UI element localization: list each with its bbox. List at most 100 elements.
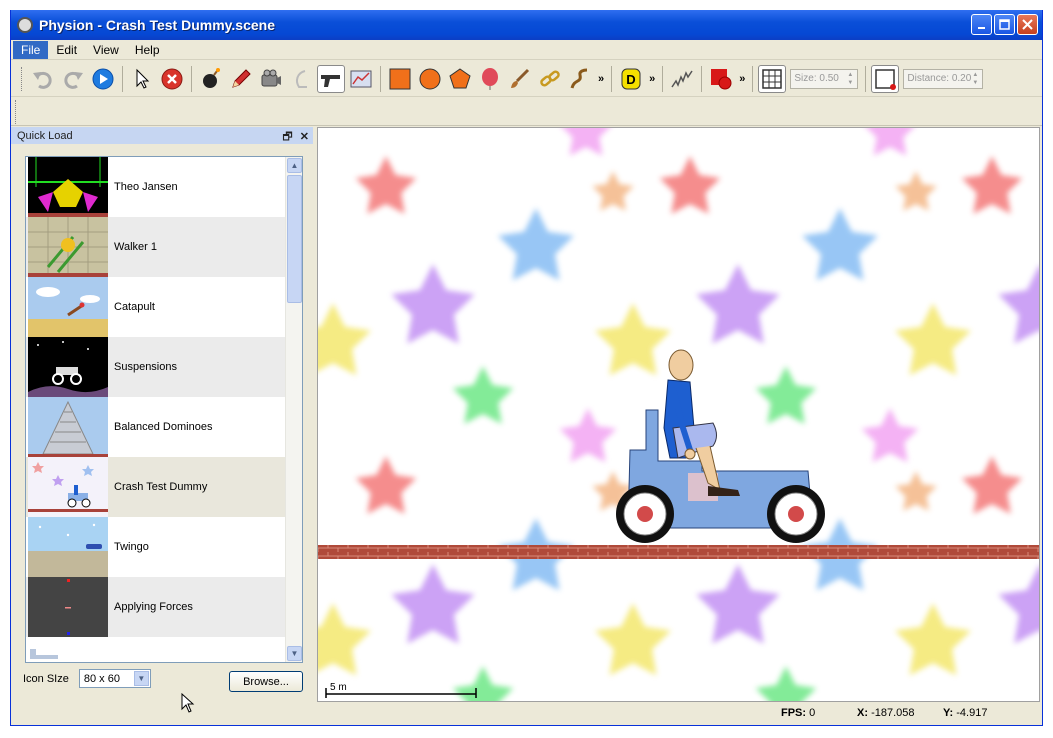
menu-edit[interactable]: Edit — [48, 41, 85, 59]
list-item[interactable]: Walker 1 — [26, 217, 302, 277]
list-item[interactable]: Theo Jansen — [26, 157, 302, 217]
undo-button[interactable] — [29, 65, 57, 93]
simulation-canvas[interactable]: 5 m — [317, 127, 1040, 702]
list-item[interactable]: Twingo — [26, 517, 302, 577]
redo-button[interactable] — [59, 65, 87, 93]
spinner-arrows[interactable]: ▲ ▼ — [970, 71, 980, 87]
toolbar-separator — [865, 65, 867, 92]
quick-load-panel: Quick Load 🗗 ✕ Theo Jansen Walker 1 Cata… — [11, 127, 313, 726]
scene-list[interactable]: Theo Jansen Walker 1 Catapult Suspension… — [25, 156, 303, 663]
graph-tool-button[interactable] — [347, 65, 375, 93]
snap-distance-spinner[interactable]: Distance: 0.20 ▲ ▼ — [903, 68, 984, 89]
window-controls — [971, 14, 1038, 35]
scene-thumbnail — [28, 397, 108, 457]
menu-view[interactable]: View — [85, 41, 127, 59]
scroll-down-arrow[interactable]: ▼ — [287, 646, 302, 661]
list-item-label: Applying Forces — [114, 601, 193, 613]
secondary-toolbar — [11, 98, 1042, 126]
scroll-thumb[interactable] — [287, 175, 302, 303]
scene-list-scrollbar[interactable]: ▲ ▼ — [285, 157, 302, 662]
close-button[interactable] — [1017, 14, 1038, 35]
grid-toggle-button[interactable] — [758, 64, 787, 93]
undo-icon — [33, 71, 52, 89]
play-button[interactable] — [89, 65, 117, 93]
scene-thumbnail — [28, 457, 108, 517]
list-item[interactable]: Balanced Dominoes — [26, 397, 302, 457]
title-bar[interactable]: Physion - Crash Test Dummy.scene — [11, 10, 1042, 40]
chain-icon — [540, 69, 560, 87]
list-item-selected[interactable]: Crash Test Dummy — [26, 457, 302, 517]
status-bar: FPS: 0 X: -187.058 Y: -4.917 — [11, 703, 1042, 725]
y-value: -4.917 — [956, 707, 988, 719]
list-item-label: Suspensions — [114, 361, 177, 373]
scroll-up-arrow[interactable]: ▲ — [287, 158, 302, 173]
list-item-label: Walker 1 — [114, 241, 157, 253]
list-item-label: Crash Test Dummy — [114, 481, 208, 493]
minimize-button[interactable] — [971, 14, 992, 35]
toolbar-overflow[interactable]: » — [739, 73, 745, 85]
icon-size-control: Icon SIze 80 x 60 ▼ — [23, 669, 151, 688]
scene-thumbnail — [28, 217, 108, 277]
toolbar-grip[interactable] — [15, 100, 18, 124]
scene-view: 5 m — [318, 128, 1039, 701]
redo-icon — [64, 71, 83, 89]
polygon-tool-button[interactable] — [446, 65, 474, 93]
d-tool-button[interactable]: D — [617, 65, 645, 93]
icon-size-select[interactable]: 80 x 60 ▼ — [78, 669, 151, 688]
toolbar-separator — [701, 65, 703, 92]
polygon-icon — [449, 67, 471, 88]
gun-tool-button[interactable] — [317, 64, 345, 93]
menu-file[interactable]: File — [13, 40, 49, 59]
toolbar-separator — [122, 65, 123, 92]
list-item-label: Twingo — [114, 541, 149, 553]
float-panel-icon[interactable]: 🗗 — [282, 131, 292, 143]
color-tool-button[interactable] — [707, 65, 735, 93]
camera-tool-button[interactable] — [257, 65, 285, 93]
list-item-partial[interactable] — [26, 637, 302, 662]
scene-thumbnail — [28, 337, 108, 397]
toolbar-grip[interactable] — [21, 66, 24, 91]
color-fill-icon — [711, 68, 732, 89]
list-item-label: Balanced Dominoes — [114, 421, 213, 433]
balloon-tool-button[interactable] — [476, 65, 504, 93]
select-tool-button[interactable] — [128, 65, 156, 93]
d-badge-icon: D — [621, 68, 641, 89]
window-title: Physion - Crash Test Dummy.scene — [39, 17, 275, 33]
grid-icon — [762, 68, 783, 89]
pencil-tool-button[interactable] — [227, 65, 255, 93]
close-panel-icon[interactable]: ✕ — [300, 131, 309, 143]
play-icon — [92, 68, 114, 89]
grid-size-spinner[interactable]: Size: 0.50 ▲ ▼ — [790, 68, 859, 89]
maximize-button[interactable] — [994, 14, 1015, 35]
list-item[interactable]: Catapult — [26, 277, 302, 337]
spinner-arrows[interactable]: ▲ ▼ — [845, 71, 855, 87]
app-window: Physion - Crash Test Dummy.scene File Ed… — [10, 10, 1043, 726]
chevron-down-icon[interactable]: ▼ — [133, 671, 149, 686]
snap-toggle-button[interactable] — [871, 64, 900, 93]
toolbar-overflow[interactable]: » — [649, 73, 655, 85]
hook-tool-button[interactable] — [287, 65, 315, 93]
menu-help[interactable]: Help — [127, 41, 168, 59]
grid-size-label: Size: 0.50 — [794, 73, 839, 84]
menu-bar: File Edit View Help — [11, 40, 1042, 60]
toolbar-overflow[interactable]: » — [598, 73, 604, 85]
chain-tool-button[interactable] — [536, 65, 564, 93]
delete-tool-button[interactable] — [158, 65, 186, 93]
brush-tool-button[interactable] — [506, 65, 534, 93]
list-item[interactable]: Applying Forces — [26, 577, 302, 637]
brush-icon — [511, 68, 530, 88]
rope-tool-button[interactable] — [566, 65, 594, 93]
fps-label: FPS: — [781, 707, 807, 719]
rectangle-tool-button[interactable] — [386, 65, 414, 93]
close-icon — [1022, 19, 1033, 30]
snap-distance-label: Distance: 0.20 — [907, 73, 972, 84]
circle-tool-button[interactable] — [416, 65, 444, 93]
spring-tool-button[interactable] — [668, 65, 696, 93]
circle-icon — [419, 68, 441, 89]
quick-load-header: Quick Load 🗗 ✕ — [11, 127, 313, 144]
browse-button[interactable]: Browse... — [229, 671, 303, 692]
pointer-icon — [136, 68, 150, 89]
wheel-front — [767, 485, 825, 543]
list-item[interactable]: Suspensions — [26, 337, 302, 397]
bomb-tool-button[interactable] — [197, 65, 225, 93]
